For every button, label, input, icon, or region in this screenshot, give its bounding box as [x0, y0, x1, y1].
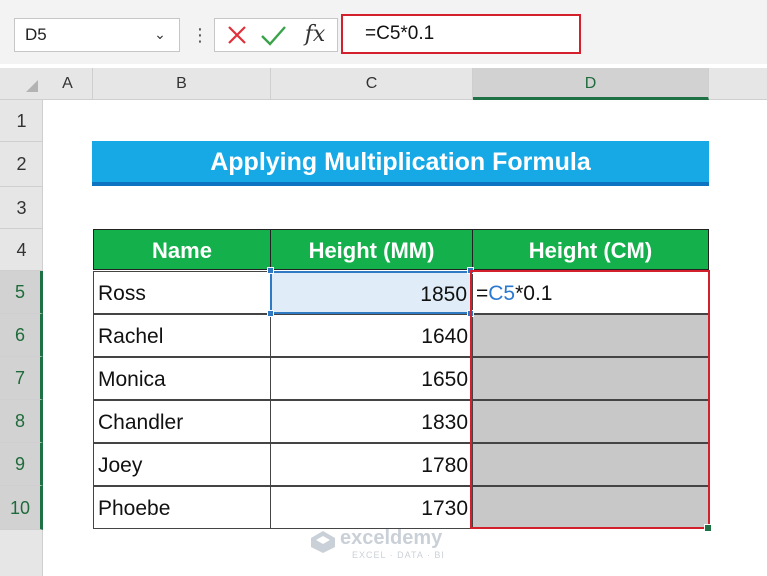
table-header-name[interactable]: Name [93, 229, 271, 270]
enter-check-icon[interactable] [256, 20, 290, 50]
table-cell-name[interactable]: Monica [93, 357, 271, 400]
formula-input[interactable]: =C5*0.1 [341, 14, 581, 54]
watermark-name: exceldemy [340, 527, 443, 549]
table-cell-height-mm-referenced[interactable]: 1850 [270, 271, 473, 314]
row-header-6[interactable]: 6 [0, 314, 43, 357]
selected-range-highlight [470, 270, 710, 529]
fill-handle[interactable] [704, 524, 712, 532]
more-options-icon[interactable]: ⋮ [191, 20, 209, 50]
title-banner: Applying Multiplication Formula [92, 141, 709, 186]
table-cell-height-mm[interactable]: 1730 [270, 486, 473, 529]
chevron-down-icon[interactable]: ⌄ [150, 24, 170, 44]
table-cell-height-mm[interactable]: 1780 [270, 443, 473, 486]
cancel-icon[interactable] [222, 20, 252, 50]
table-cell-height-mm[interactable]: 1640 [270, 314, 473, 357]
table-cell-name[interactable]: Joey [93, 443, 271, 486]
insert-function-icon[interactable]: fx [298, 18, 332, 52]
table-cell-name[interactable]: Ross [93, 271, 271, 314]
column-header-b[interactable]: B [93, 68, 271, 100]
row-header-8[interactable]: 8 [0, 400, 43, 443]
reference-handle[interactable] [267, 310, 274, 317]
table-cell-height-mm[interactable]: 1830 [270, 400, 473, 443]
row-header-4[interactable]: 4 [0, 229, 43, 271]
column-header-a[interactable]: A [43, 68, 93, 100]
table-cell-name[interactable]: Chandler [93, 400, 271, 443]
column-header-c[interactable]: C [271, 68, 473, 100]
row-header-5[interactable]: 5 [0, 271, 43, 314]
row-header-7[interactable]: 7 [0, 357, 43, 400]
exceldemy-logo-icon [310, 530, 336, 554]
column-header-d[interactable]: D [473, 68, 709, 100]
table-cell-name[interactable]: Phoebe [93, 486, 271, 529]
table-header-height-cm[interactable]: Height (CM) [472, 229, 709, 270]
reference-handle[interactable] [267, 267, 274, 274]
row-header-9[interactable]: 9 [0, 443, 43, 486]
table-cell-name[interactable]: Rachel [93, 314, 271, 357]
watermark-tagline: EXCEL · DATA · BI [352, 550, 445, 560]
table-header-height-mm[interactable]: Height (MM) [270, 229, 473, 270]
table-cell-height-mm[interactable]: 1650 [270, 357, 473, 400]
select-all-corner[interactable] [26, 80, 38, 92]
row-header-10[interactable]: 10 [0, 486, 43, 530]
row-header-2[interactable]: 2 [0, 142, 43, 187]
row-header-1[interactable]: 1 [0, 100, 43, 142]
watermark: exceldemy EXCEL · DATA · BI [310, 527, 480, 568]
row-header-3[interactable]: 3 [0, 187, 43, 229]
